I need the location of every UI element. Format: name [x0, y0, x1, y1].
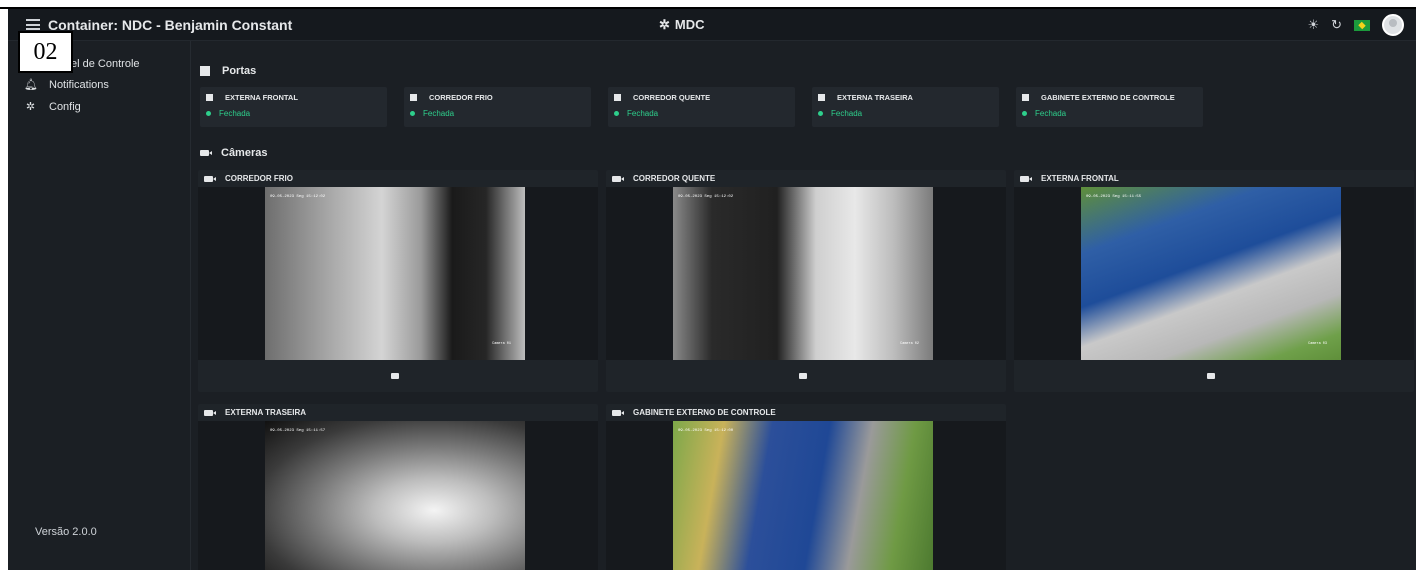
version-label: Versão 2.0.0 — [35, 526, 97, 538]
hd-icon[interactable] — [391, 373, 399, 379]
door-name: CORREDOR QUENTE — [633, 93, 711, 102]
camera-osd: 09-05-2023 Seg 15:11:55 — [1086, 195, 1142, 199]
brazil-flag-icon[interactable] — [1354, 19, 1370, 31]
section-title-portas: Portas — [222, 65, 257, 77]
door-icon — [614, 94, 621, 101]
door-status: Fechada — [627, 109, 659, 118]
gear-icon: ✲ — [25, 101, 36, 113]
door-icon — [410, 94, 417, 101]
door-status: Fechada — [423, 109, 455, 118]
door-card[interactable]: CORREDOR FRIO Fechada — [404, 87, 591, 127]
camera-feed-image: 09-05-2023 Seg 15:12:02 Camera 02 — [673, 187, 933, 360]
screenshot-frame: Container: NDC - Benjamin Constant ✲ MDC … — [0, 0, 1416, 570]
camera-icon — [1020, 175, 1032, 182]
door-card[interactable]: GABINETE EXTERNO DE CONTROLE Fechada — [1016, 87, 1203, 127]
camera-card[interactable]: GABINETE EXTERNO DE CONTROLE 09-05-2023 … — [606, 404, 1006, 570]
hd-icon[interactable] — [799, 373, 807, 379]
door-name: EXTERNA FRONTAL — [225, 93, 298, 102]
center-brand: ✲ MDC — [659, 17, 705, 33]
camera-feed-area: 09-05-2023 Seg 15:12:00 — [606, 421, 1006, 570]
camera-feed-area: 09-05-2023 Seg 15:11:55 Camera 03 — [1014, 187, 1414, 360]
camera-icon — [612, 409, 624, 416]
camera-name: EXTERNA FRONTAL — [1041, 174, 1119, 183]
section-title-cameras: Câmeras — [221, 147, 268, 159]
status-dot — [614, 111, 619, 116]
section-cameras: Câmeras — [200, 147, 267, 159]
status-dot — [206, 111, 211, 116]
door-icon — [818, 94, 825, 101]
door-status: Fechada — [831, 109, 863, 118]
camera-osd: 09-05-2023 Seg 15:12:00 — [678, 429, 734, 433]
camera-osd: 09-05-2023 Seg 15:12:02 — [270, 195, 326, 199]
camera-name: EXTERNA TRASEIRA — [225, 408, 307, 417]
center-title-text: MDC — [674, 17, 705, 32]
camera-name: GABINETE EXTERNO DE CONTROLE — [633, 408, 776, 417]
camera-feed-image: 09-05-2023 Seg 15:11:57 — [265, 421, 525, 570]
main-content: Portas EXTERNA FRONTAL Fechada CORREDOR … — [198, 41, 1416, 570]
status-dot — [1022, 111, 1027, 116]
door-name: EXTERNA TRASEIRA — [837, 93, 913, 102]
camera-feed-area: 09-05-2023 Seg 15:12:02 Camera 02 — [606, 187, 1006, 360]
door-name: CORREDOR FRIO — [429, 93, 493, 102]
status-dot — [818, 111, 823, 116]
camera-card[interactable]: EXTERNA FRONTAL 09-05-2023 Seg 15:11:55 … — [1014, 170, 1414, 392]
sidebar-item-notifications[interactable]: 🔔︎ Notifications — [24, 78, 109, 92]
camera-icon — [612, 175, 624, 182]
app-window: Container: NDC - Benjamin Constant ✲ MDC … — [8, 9, 1416, 570]
camera-label: Camera 02 — [900, 342, 919, 346]
top-bar: Container: NDC - Benjamin Constant ✲ MDC … — [8, 9, 1416, 41]
camera-icon — [204, 409, 216, 416]
avatar[interactable] — [1382, 14, 1404, 36]
door-card[interactable]: EXTERNA FRONTAL Fechada — [200, 87, 387, 127]
menu-icon[interactable] — [26, 19, 40, 30]
door-status: Fechada — [1035, 109, 1067, 118]
sidebar-item-config[interactable]: ✲ Config — [24, 100, 81, 114]
gear-icon: ✲ — [659, 17, 670, 32]
camera-name: CORREDOR QUENTE — [633, 174, 716, 183]
camera-icon — [204, 175, 216, 182]
page-title: Container: NDC - Benjamin Constant — [48, 17, 293, 33]
camera-label: Camera 03 — [1308, 342, 1327, 346]
door-icon — [200, 66, 210, 76]
camera-name: CORREDOR FRIO — [225, 174, 293, 183]
refresh-icon[interactable]: ↻ — [1331, 17, 1342, 33]
camera-feed-image: 09-05-2023 Seg 15:11:55 Camera 03 — [1081, 187, 1341, 360]
bell-icon: 🔔︎ — [24, 79, 38, 91]
status-dot — [410, 111, 415, 116]
sun-icon[interactable]: ☀ — [1307, 17, 1319, 33]
camera-osd: 09-05-2023 Seg 15:11:57 — [270, 429, 326, 433]
page-number-stamp: 02 — [18, 31, 73, 73]
camera-label: Camera 01 — [492, 342, 511, 346]
door-name: GABINETE EXTERNO DE CONTROLE — [1041, 93, 1175, 102]
camera-feed-area: 09-05-2023 Seg 15:12:02 Camera 01 — [198, 187, 598, 360]
sidebar: ▦ Painel de Controle 🔔︎ Notifications ✲ … — [8, 41, 191, 570]
camera-feed-image: 09-05-2023 Seg 15:12:02 Camera 01 — [265, 187, 525, 360]
camera-card[interactable]: EXTERNA TRASEIRA 09-05-2023 Seg 15:11:57 — [198, 404, 598, 570]
door-card[interactable]: CORREDOR QUENTE Fechada — [608, 87, 795, 127]
door-icon — [1022, 94, 1029, 101]
hd-icon[interactable] — [1207, 373, 1215, 379]
door-status: Fechada — [219, 109, 251, 118]
section-portas: Portas — [200, 65, 256, 77]
camera-osd: 09-05-2023 Seg 15:12:02 — [678, 195, 734, 199]
camera-card[interactable]: CORREDOR QUENTE 09-05-2023 Seg 15:12:02 … — [606, 170, 1006, 392]
browser-top-strip — [0, 0, 1416, 9]
sidebar-item-label: Notifications — [49, 78, 109, 91]
camera-icon — [200, 150, 212, 156]
header-actions: ☀ ↻ — [1307, 14, 1404, 36]
camera-feed-image: 09-05-2023 Seg 15:12:00 — [673, 421, 933, 570]
sidebar-item-label: Config — [49, 100, 81, 113]
door-icon — [206, 94, 213, 101]
camera-card[interactable]: CORREDOR FRIO 09-05-2023 Seg 15:12:02 Ca… — [198, 170, 598, 392]
camera-feed-area: 09-05-2023 Seg 15:11:57 — [198, 421, 598, 570]
door-card[interactable]: EXTERNA TRASEIRA Fechada — [812, 87, 999, 127]
